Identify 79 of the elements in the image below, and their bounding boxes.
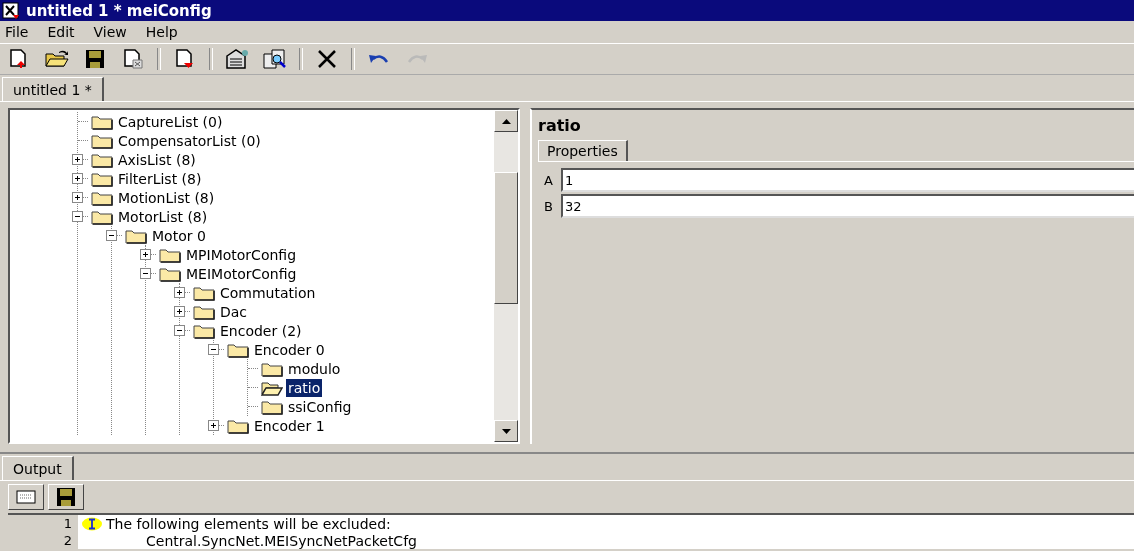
info-icon xyxy=(81,516,103,531)
collapse-icon[interactable] xyxy=(208,344,219,355)
collapse-icon[interactable] xyxy=(140,268,151,279)
properties-icon xyxy=(224,48,250,70)
folder-icon xyxy=(91,208,113,225)
scroll-bar[interactable] xyxy=(494,110,518,442)
tree-item[interactable]: MPIMotorConfig xyxy=(184,245,299,264)
tree-item[interactable]: MEIMotorConfig xyxy=(184,264,299,283)
app-icon xyxy=(2,1,20,20)
undo-icon xyxy=(369,54,389,64)
tree-item[interactable]: Motor 0 xyxy=(150,226,208,245)
field-label: B xyxy=(544,198,554,214)
open-folder-icon xyxy=(261,379,283,396)
folder-icon xyxy=(91,189,113,206)
folder-icon xyxy=(227,341,249,358)
output-tab[interactable]: Output xyxy=(2,456,74,480)
folder-icon xyxy=(261,398,283,415)
tree-item[interactable]: Encoder (2) xyxy=(218,321,304,340)
tree-item[interactable]: ratio xyxy=(286,378,323,397)
tree-item[interactable]: Encoder 0 xyxy=(252,340,327,359)
window-title: untitled 1 * meiConfig xyxy=(26,1,212,20)
clear-output-icon xyxy=(16,490,36,504)
tree-item[interactable]: MotorList (8) xyxy=(116,207,210,226)
folder-icon xyxy=(125,227,147,244)
folder-icon xyxy=(159,246,181,263)
menu-item[interactable]: View xyxy=(92,24,137,40)
menu-item[interactable]: Edit xyxy=(46,24,85,40)
tree-item[interactable]: Commutation xyxy=(218,283,318,302)
expand-icon[interactable] xyxy=(72,192,83,203)
collapse-icon[interactable] xyxy=(174,325,185,336)
tree-item[interactable]: CompensatorList (0) xyxy=(116,131,263,150)
details-title: ratio xyxy=(538,116,582,135)
expand-icon[interactable] xyxy=(72,154,83,165)
tree-item[interactable]: modulo xyxy=(286,359,343,378)
tree-item[interactable]: AxisList (8) xyxy=(116,150,198,169)
log-text: The following elements will be excluded: xyxy=(106,515,391,532)
folder-icon xyxy=(193,303,215,320)
log-text: Central.SyncNet.MEISyncNetPacketCfg xyxy=(145,532,417,549)
close-document-icon xyxy=(122,48,144,70)
delete-icon xyxy=(316,48,338,70)
folder-icon xyxy=(261,360,283,377)
folder-icon xyxy=(193,322,215,339)
folder-icon xyxy=(159,265,181,282)
folder-icon xyxy=(91,113,113,130)
folder-icon xyxy=(91,170,113,187)
tree-item[interactable]: CaptureList (0) xyxy=(116,112,225,131)
document-tab[interactable]: untitled 1 * xyxy=(2,77,104,101)
expand-icon[interactable] xyxy=(208,420,219,431)
expand-icon[interactable] xyxy=(72,173,83,184)
expand-icon[interactable] xyxy=(140,249,151,260)
output-tool-button[interactable] xyxy=(8,484,44,510)
collapse-icon[interactable] xyxy=(72,211,83,222)
field-label: A xyxy=(544,172,554,188)
up-arrow-icon xyxy=(501,118,511,124)
redo-icon xyxy=(407,54,427,64)
tree-item[interactable]: MotionList (8) xyxy=(116,188,217,207)
folder-icon xyxy=(193,284,215,301)
folder-icon xyxy=(91,132,113,149)
output-tool-button[interactable] xyxy=(48,484,84,510)
tree-item[interactable]: FilterList (8) xyxy=(116,169,204,188)
open-folder-icon xyxy=(44,48,70,70)
folder-icon xyxy=(91,151,113,168)
expand-icon[interactable] xyxy=(174,306,185,317)
down-arrow-icon xyxy=(501,428,511,434)
tree-item[interactable]: Encoder 1 xyxy=(252,416,327,435)
menu-item[interactable]: File xyxy=(4,24,39,40)
collapse-icon[interactable] xyxy=(106,230,117,241)
magnifier-document-icon xyxy=(262,48,288,70)
properties-tab[interactable]: Properties xyxy=(538,140,628,161)
expand-icon[interactable] xyxy=(174,287,185,298)
input-field[interactable]: 1 xyxy=(561,168,1134,192)
tree-item[interactable]: ssiConfig xyxy=(286,397,354,416)
line-number: 2 xyxy=(8,532,78,549)
folder-icon xyxy=(227,417,249,434)
menu-item[interactable]: Help xyxy=(144,24,188,40)
input-field[interactable]: 32 xyxy=(561,194,1134,218)
line-number: 1 xyxy=(8,515,78,532)
document-down-arrow-icon xyxy=(174,48,196,70)
tree-item[interactable]: Dac xyxy=(218,302,250,321)
